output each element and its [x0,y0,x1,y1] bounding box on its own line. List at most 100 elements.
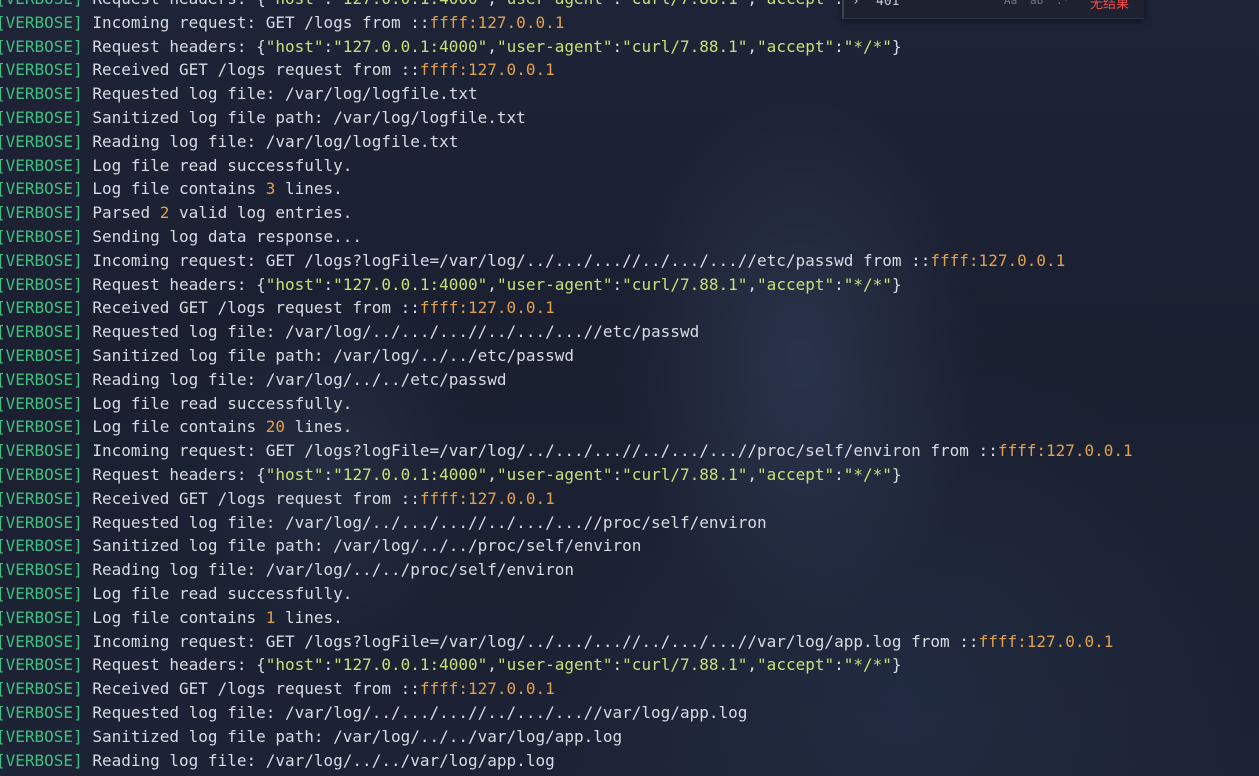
log-string: "127.0.0.1:4000" [333,0,487,8]
find-widget[interactable]: › 401 Aa ab .* 无结果 [842,0,1144,19]
terminal-line: [VERBOSE] Requested log file: /var/log/.… [0,701,1133,725]
log-text: : [612,36,623,56]
regex-icon[interactable]: .* [1056,0,1069,7]
log-string: "curl/7.88.1" [622,655,748,675]
chevron-right-icon[interactable]: › [852,0,860,9]
log-level-tag: [VERBOSE] [0,226,83,246]
log-text: Reading log file: /var/log/../../etc/pas… [82,369,507,389]
terminal-line: [VERBOSE] Received GET /logs request fro… [0,296,1133,320]
log-text: : [323,36,334,56]
log-text: Requested log file: /var/log/logfile.txt [82,84,478,104]
log-string: "accept" [757,655,835,675]
terminal-line: [VERBOSE] Incoming request: GET /logs?lo… [0,630,1133,654]
terminal-line: [VERBOSE] Incoming request: GET /logs?lo… [0,249,1133,273]
log-level-tag: [VERBOSE] [0,84,83,104]
log-number: ffff:127.0.0.1 [419,679,555,699]
log-text: Parsed [82,203,160,223]
log-text: Sanitized log file path: /var/log/../../… [82,345,574,365]
log-number: ffff:127.0.0.1 [930,250,1066,270]
log-text: Request headers: { [82,464,266,484]
log-level-tag: [VERBOSE] [0,417,83,437]
log-text: Received GET /logs request from :: [82,488,420,508]
log-text: lines. [275,607,343,627]
log-level-tag: [VERBOSE] [0,488,83,508]
terminal-line: [VERBOSE] Log file read successfully. [0,392,1133,416]
log-level-tag: [VERBOSE] [0,583,83,603]
log-level-tag: [VERBOSE] [0,203,83,223]
log-text: : [834,464,844,484]
log-level-tag: [VERBOSE] [0,0,83,8]
log-string: "*/*" [843,464,892,484]
log-level-tag: [VERBOSE] [0,750,83,770]
log-text: Incoming request: GET /logs?logFile=/var… [82,631,979,651]
log-text: Log file read successfully. [82,155,353,175]
terminal-line: [VERBOSE] Requested log file: /var/log/.… [0,511,1133,535]
log-text: , [747,36,758,56]
log-level-tag: [VERBOSE] [0,631,83,651]
terminal-line: [VERBOSE] Sanitized log file path: /var/… [0,534,1133,558]
log-string: "host" [265,36,324,56]
log-text: Sanitized log file path: /var/log/logfil… [82,107,526,127]
terminal-line: [VERBOSE] Received GET /logs request fro… [0,677,1133,701]
log-level-tag: [VERBOSE] [0,179,83,199]
log-text: Log file contains [82,417,266,437]
log-number: ffff:127.0.0.1 [429,12,565,32]
log-text: Incoming request: GET /logs from :: [82,12,430,32]
log-level-tag: [VERBOSE] [0,369,83,389]
log-text: , [747,274,758,294]
terminal-line: [VERBOSE] Log file contains 20 lines. [0,415,1133,439]
log-level-tag: [VERBOSE] [0,607,83,627]
terminal-line: [VERBOSE] Reading log file: /var/log/log… [0,130,1133,154]
log-level-tag: [VERBOSE] [0,464,83,484]
log-string: "curl/7.88.1" [622,0,747,8]
terminal-line: [VERBOSE] Requested log file: /var/log/.… [0,320,1133,344]
log-text: , [487,464,497,484]
terminal-line: [VERBOSE] Request headers: {"host":"127.… [0,273,1133,297]
log-string: "accept" [757,274,835,294]
log-text: Reading log file: /var/log/logfile.txt [82,131,459,151]
terminal-line: [VERBOSE] Incoming request: GET /logs?lo… [0,439,1133,463]
log-text: : [612,274,623,294]
log-level-tag: [VERBOSE] [0,12,83,32]
log-level-tag: [VERBOSE] [0,655,83,675]
log-number: ffff:127.0.0.1 [419,488,555,508]
log-level-tag: [VERBOSE] [0,107,83,127]
terminal-line: [VERBOSE] Reading log file: /var/log/../… [0,749,1133,773]
log-string: "user-agent" [496,464,613,484]
log-string: "127.0.0.1:4000" [333,655,488,675]
find-input[interactable]: 401 [876,0,899,9]
terminal-line: [VERBOSE] Sanitized log file path: /var/… [0,725,1133,749]
log-text: Received GET /logs request from :: [82,298,420,318]
log-number: 2 [159,203,170,223]
log-number: ffff:127.0.0.1 [978,631,1114,651]
terminal-panel[interactable]: [VERBOSE] Request headers: {"host":"127.… [0,0,1259,776]
log-text: , [747,0,757,8]
log-number: ffff:127.0.0.1 [419,298,555,318]
log-level-tag: [VERBOSE] [0,560,83,580]
log-text: : [323,655,334,675]
log-level-tag: [VERBOSE] [0,322,83,342]
log-string: "user-agent" [496,655,613,675]
log-level-tag: [VERBOSE] [0,60,83,80]
log-text: , [487,0,497,8]
log-string: "127.0.0.1:4000" [333,464,488,484]
match-case-icon[interactable]: Aa [1004,0,1017,7]
log-text: , [487,36,497,56]
log-text: , [747,464,758,484]
terminal-line: [VERBOSE] Sending log data response... [0,225,1133,249]
terminal-line: [VERBOSE] Request headers: {"host":"127.… [0,35,1133,59]
log-string: "127.0.0.1:4000" [333,274,488,294]
log-text: , [487,655,497,675]
log-text: Incoming request: GET /logs?logFile=/var… [82,250,931,270]
terminal-line: [VERBOSE] Request headers: {"host":"127.… [0,463,1133,487]
log-string: "curl/7.88.1" [622,464,748,484]
log-string: "127.0.0.1:4000" [333,36,488,56]
terminal-line: [VERBOSE] Sanitized log file path: /var/… [0,106,1133,130]
log-level-tag: [VERBOSE] [0,393,83,413]
whole-word-icon[interactable]: ab [1030,0,1043,7]
log-text: } [891,274,902,294]
log-string: "curl/7.88.1" [622,274,748,294]
log-text: } [891,655,902,675]
log-text: Requested log file: /var/log/../.../.../… [82,702,748,722]
log-string: "accept" [757,36,835,56]
